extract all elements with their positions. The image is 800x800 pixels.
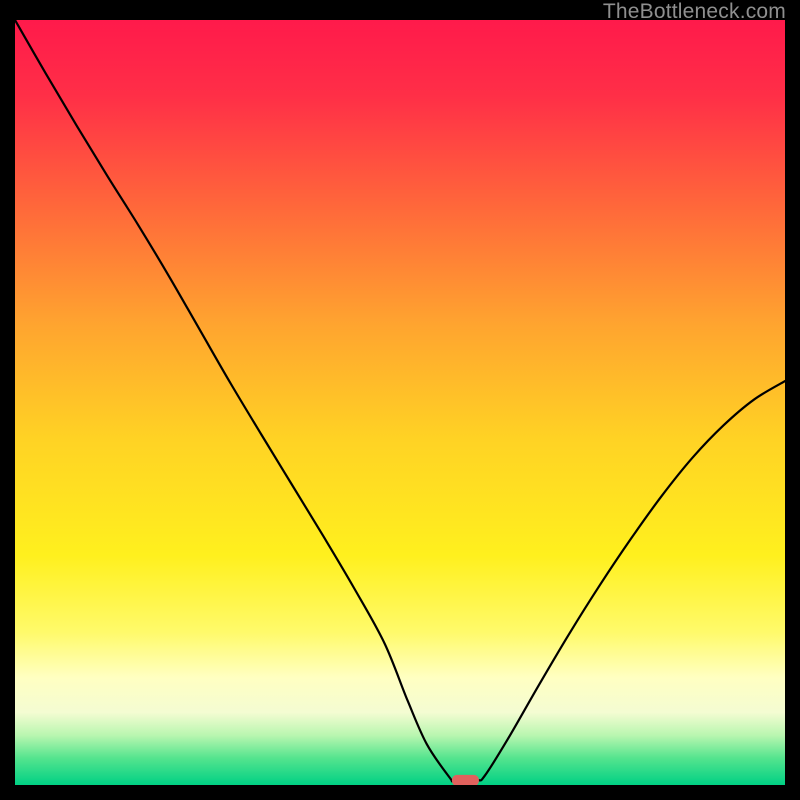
chart-frame: TheBottleneck.com [0, 0, 800, 800]
gradient-background [15, 20, 785, 785]
bottleneck-chart [15, 20, 785, 785]
optimal-marker [452, 775, 479, 785]
plot-area [15, 20, 785, 785]
